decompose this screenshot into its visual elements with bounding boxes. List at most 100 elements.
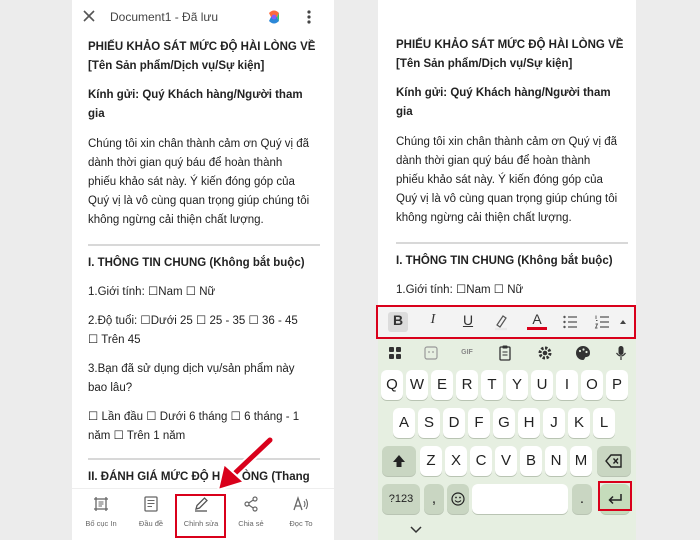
key-d[interactable]: D bbox=[443, 408, 465, 438]
key-y[interactable]: Y bbox=[506, 370, 528, 400]
headings-icon bbox=[144, 496, 158, 512]
key-x[interactable]: X bbox=[445, 446, 467, 476]
question-line: 3.Bạn đã sử dụng dịch vụ/sản phẩm này bbox=[88, 363, 295, 375]
key-j[interactable]: J bbox=[543, 408, 565, 438]
gif-button[interactable]: GIF bbox=[456, 344, 478, 362]
shift-icon bbox=[393, 455, 405, 467]
chevron-down-icon[interactable] bbox=[410, 526, 422, 534]
paragraph-line: Chúng tôi xin chân thành cảm ơn Quý vị đ… bbox=[396, 136, 618, 148]
copilot-icon[interactable] bbox=[266, 9, 282, 25]
options-line: năm ☐ Trên 1 năm bbox=[88, 430, 186, 442]
key-s[interactable]: S bbox=[418, 408, 440, 438]
heading-line: PHIẾU KHẢO SÁT MỨC ĐỘ HÀI LÒNG VỀ bbox=[396, 39, 624, 51]
question-gender: 1.Giới tính: ☐Nam ☐ Nữ bbox=[396, 284, 524, 296]
backspace-icon bbox=[605, 454, 622, 468]
nav-read-aloud[interactable]: Đọc To bbox=[276, 495, 326, 528]
usage-duration-options: ☐ Lần đầu ☐ Dưới 6 tháng ☐ 6 tháng - 1 n… bbox=[88, 408, 320, 446]
salutation-line: gia bbox=[88, 108, 105, 120]
document-body[interactable]: PHIẾU KHẢO SÁT MỨC ĐỘ HÀI LÒNG VỀ [Tên S… bbox=[396, 36, 628, 300]
key-t[interactable]: T bbox=[481, 370, 503, 400]
question-gender: 1.Giới tính: ☐Nam ☐ Nữ bbox=[88, 286, 216, 298]
paragraph-line: Chúng tôi xin chân thành cảm ơn Quý vị đ… bbox=[88, 138, 310, 150]
key-g[interactable]: G bbox=[493, 408, 515, 438]
key-o[interactable]: O bbox=[581, 370, 603, 400]
gear-icon[interactable] bbox=[536, 344, 554, 362]
divider bbox=[396, 242, 628, 244]
heading-line: [Tên Sản phẩm/Dịch vụ/Sự kiện] bbox=[88, 60, 265, 72]
salutation: Kính gửi: Quý Khách hàng/Người tham gia bbox=[88, 86, 320, 124]
emoji-icon bbox=[451, 492, 465, 506]
nav-share[interactable]: Chia sẻ bbox=[226, 495, 276, 528]
apps-grid-icon[interactable] bbox=[386, 344, 404, 362]
intro-paragraph: Chúng tôi xin chân thành cảm ơn Quý vị đ… bbox=[88, 135, 320, 230]
key-p[interactable]: P bbox=[606, 370, 628, 400]
nav-print-layout[interactable]: Bố cục In bbox=[76, 495, 126, 528]
space-bar[interactable] bbox=[472, 484, 568, 514]
symbols-key[interactable]: ?123 bbox=[382, 484, 420, 514]
key-m[interactable]: M bbox=[570, 446, 592, 476]
section-heading-general: I. THÔNG TIN CHUNG (Không bắt buộc) bbox=[88, 257, 305, 269]
paragraph-line: không ngừng cải thiện chất lượng. bbox=[396, 212, 572, 224]
intro-paragraph: Chúng tôi xin chân thành cảm ơn Quý vị đ… bbox=[396, 133, 628, 228]
mic-icon[interactable] bbox=[612, 344, 630, 362]
document-title: Document1 - Đã lưu bbox=[110, 10, 219, 24]
key-v[interactable]: V bbox=[495, 446, 517, 476]
sticker-icon[interactable] bbox=[422, 344, 440, 362]
question-line: 2.Độ tuổi: ☐Dưới 25 ☐ 25 - 35 ☐ 36 - 45 bbox=[88, 315, 298, 327]
key-e[interactable]: E bbox=[431, 370, 453, 400]
emoji-key[interactable] bbox=[447, 484, 469, 514]
key-a[interactable]: A bbox=[393, 408, 415, 438]
paragraph-line: phiếu khảo sát này. Ý kiến đóng góp của bbox=[88, 176, 295, 188]
salutation-line: Kính gửi: Quý Khách hàng/Người tham bbox=[396, 87, 611, 99]
more-options-icon[interactable] bbox=[304, 9, 314, 25]
annotation-highlight-enter bbox=[598, 481, 632, 511]
left-phone-screen: Document1 - Đã lưu PHIẾU KHẢO SÁT MỨC ĐỘ… bbox=[72, 0, 334, 540]
nav-label: Chia sẻ bbox=[238, 519, 264, 528]
print-layout-icon bbox=[94, 497, 108, 511]
salutation: Kính gửi: Quý Khách hàng/Người tham gia bbox=[396, 84, 628, 122]
nav-headings[interactable]: Đầu đề bbox=[126, 495, 176, 528]
key-r[interactable]: R bbox=[456, 370, 478, 400]
share-icon bbox=[244, 496, 258, 512]
nav-label: Đầu đề bbox=[138, 519, 164, 528]
paragraph-line: dành thời gian quý báu để hoàn thành bbox=[88, 157, 283, 169]
key-w[interactable]: W bbox=[406, 370, 428, 400]
right-phone-screen: PHIẾU KHẢO SÁT MỨC ĐỘ HÀI LÒNG VỀ [Tên S… bbox=[378, 0, 636, 540]
period-key[interactable]: . bbox=[572, 484, 592, 514]
shift-key[interactable] bbox=[382, 446, 416, 476]
comma-key[interactable]: , bbox=[424, 484, 444, 514]
palette-icon[interactable] bbox=[574, 344, 592, 362]
question-usage-duration: 3.Bạn đã sử dụng dịch vụ/sản phẩm này ba… bbox=[88, 360, 320, 398]
clipboard-icon[interactable] bbox=[496, 344, 514, 362]
key-h[interactable]: H bbox=[518, 408, 540, 438]
key-n[interactable]: N bbox=[545, 446, 567, 476]
key-b[interactable]: B bbox=[520, 446, 542, 476]
survey-heading: PHIẾU KHẢO SÁT MỨC ĐỘ HÀI LÒNG VỀ [Tên S… bbox=[396, 36, 628, 74]
annotation-highlight-edit bbox=[175, 494, 226, 538]
section-heading-general: I. THÔNG TIN CHUNG (Không bắt buộc) bbox=[396, 255, 613, 267]
close-icon[interactable] bbox=[82, 9, 96, 23]
section-heading-satisfaction: II. ĐÁNH GIÁ MỨC ĐỘ HÀI LÒNG (Thang bbox=[88, 471, 310, 483]
question-line: bao lâu? bbox=[88, 382, 133, 394]
key-c[interactable]: C bbox=[470, 446, 492, 476]
key-u[interactable]: U bbox=[531, 370, 553, 400]
document-body[interactable]: PHIẾU KHẢO SÁT MỨC ĐỘ HÀI LÒNG VỀ [Tên S… bbox=[88, 38, 320, 487]
annotation-arrow-icon bbox=[217, 436, 275, 491]
key-z[interactable]: Z bbox=[420, 446, 442, 476]
survey-heading: PHIẾU KHẢO SÁT MỨC ĐỘ HÀI LÒNG VỀ [Tên S… bbox=[88, 38, 320, 76]
paragraph-line: Quý vị là vô cùng quan trọng giúp chúng … bbox=[396, 193, 618, 205]
divider bbox=[88, 458, 320, 460]
heading-line: [Tên Sản phẩm/Dịch vụ/Sự kiện] bbox=[396, 58, 573, 70]
key-i[interactable]: I bbox=[556, 370, 578, 400]
question-age: 2.Độ tuổi: ☐Dưới 25 ☐ 25 - 35 ☐ 36 - 45 … bbox=[88, 312, 320, 350]
nav-label: Đọc To bbox=[289, 519, 313, 528]
paragraph-line: không ngừng cải thiện chất lượng. bbox=[88, 214, 264, 226]
key-l[interactable]: L bbox=[593, 408, 615, 438]
paragraph-line: dành thời gian quý báu để hoàn thành bbox=[396, 155, 591, 167]
key-f[interactable]: F bbox=[468, 408, 490, 438]
backspace-key[interactable] bbox=[597, 446, 631, 476]
key-q[interactable]: Q bbox=[381, 370, 403, 400]
keyboard-suggestion-bar: GIF bbox=[378, 338, 636, 368]
question-line: ☐ Trên 45 bbox=[88, 334, 141, 346]
key-k[interactable]: K bbox=[568, 408, 590, 438]
